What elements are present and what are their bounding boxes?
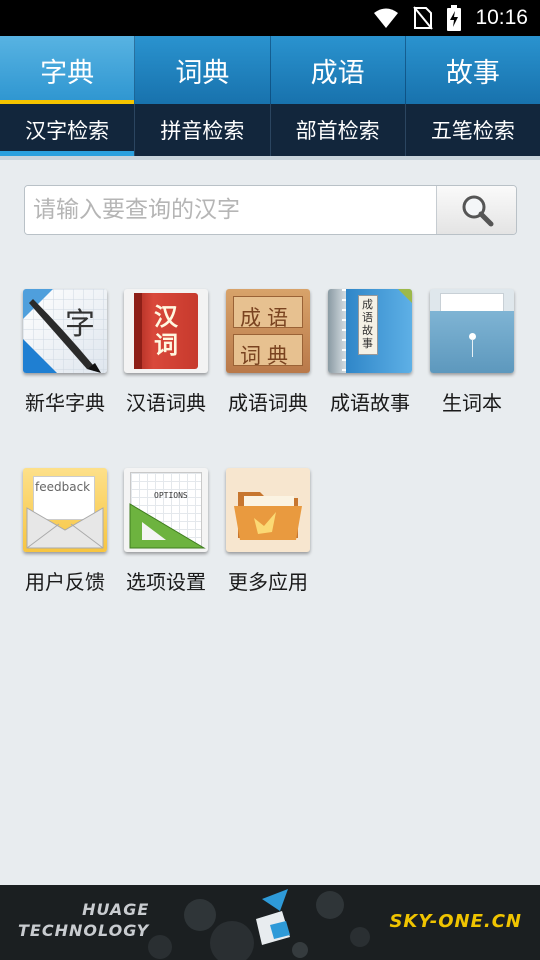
app-options[interactable]: OPTIONS 选项设置 xyxy=(115,468,217,595)
subtab-wubi-search[interactable]: 五笔检索 xyxy=(406,104,540,156)
options-settings-icon: OPTIONS xyxy=(124,468,208,552)
app-label: 新华字典 xyxy=(25,391,105,415)
app-idiom-story[interactable]: 成语故事 成语故事 xyxy=(319,289,421,416)
app-label: 汉语词典 xyxy=(126,391,206,415)
tab-label: 字典 xyxy=(40,57,95,89)
more-apps-folder-icon xyxy=(226,468,310,552)
app-more-apps[interactable]: 更多应用 xyxy=(217,468,319,595)
app-label: 生词本 xyxy=(442,391,502,415)
feedback-envelope-icon: feedback xyxy=(23,468,107,552)
tab-chengyu[interactable]: 成语 xyxy=(271,36,406,104)
subtab-pinyin-search[interactable]: 拼音检索 xyxy=(135,104,271,156)
xinhua-dictionary-icon: 字 xyxy=(23,289,107,373)
app-label: 更多应用 xyxy=(228,570,308,594)
app-chinese-dictionary[interactable]: 汉词 汉语词典 xyxy=(115,289,217,416)
search-icon xyxy=(462,195,493,227)
subtab-label: 五笔检索 xyxy=(430,119,515,143)
site-link[interactable]: SKY-ONE.CN xyxy=(389,911,522,932)
book-spine xyxy=(134,293,142,369)
corner-ribbon xyxy=(398,289,412,303)
tab-label: 成语 xyxy=(310,57,365,89)
sub-tab-bar: 汉字检索 拼音检索 部首检索 五笔检索 xyxy=(0,104,540,156)
subtab-label: 部首检索 xyxy=(295,119,380,143)
folder-string xyxy=(472,339,473,357)
subtab-label: 汉字检索 xyxy=(25,119,110,143)
book-binding xyxy=(342,289,346,373)
search-input[interactable] xyxy=(25,186,436,234)
app-vocabulary-book[interactable]: 生词本 xyxy=(421,289,523,416)
app-feedback[interactable]: feedback 用户反馈 xyxy=(14,468,116,595)
battery-charging-icon xyxy=(447,5,462,31)
clock: 10:16 xyxy=(475,6,528,29)
app-idiom-dictionary[interactable]: 成语词典 成语词典 xyxy=(217,289,319,416)
app-label: 选项设置 xyxy=(126,570,206,594)
idiom-story-icon: 成语故事 xyxy=(328,289,412,373)
tab-zidian[interactable]: 字典 xyxy=(0,36,136,104)
subtab-label: 拼音检索 xyxy=(160,119,245,143)
app-xinhua-dictionary[interactable]: 字 新华字典 xyxy=(14,289,116,416)
no-sim-icon xyxy=(413,6,434,30)
chinese-dictionary-icon: 汉词 xyxy=(124,289,208,373)
app-label: 成语故事 xyxy=(330,391,410,415)
icon-char: 字 xyxy=(65,307,95,342)
vocabulary-folder-icon xyxy=(430,289,514,373)
divider xyxy=(0,156,540,160)
brand-text: HUAGE TECHNOLOGY xyxy=(18,899,149,941)
main-tab-bar: 字典 词典 成语 故事 xyxy=(0,36,540,104)
footer-banner[interactable]: HUAGE TECHNOLOGY SKY-ONE.CN xyxy=(0,885,540,960)
icon-char: 成语故事 xyxy=(362,298,373,350)
tab-cidian[interactable]: 词典 xyxy=(135,36,271,104)
icon-char: 汉词 xyxy=(154,302,178,359)
idiom-dictionary-icon: 成语词典 xyxy=(226,289,310,373)
tab-label: 词典 xyxy=(175,57,230,89)
status-bar: 10:16 xyxy=(0,0,540,36)
tab-label: 故事 xyxy=(445,57,500,89)
app-label: 用户反馈 xyxy=(25,570,105,594)
brand-line2: TECHNOLOGY xyxy=(18,921,150,940)
search-bar xyxy=(24,185,517,235)
tab-gushi[interactable]: 故事 xyxy=(406,36,540,104)
brand-line1: HUAGE xyxy=(82,900,150,919)
icon-char: 成语词典 xyxy=(240,306,294,368)
subtab-hanzi-search[interactable]: 汉字检索 xyxy=(0,104,136,156)
app-label: 成语词典 xyxy=(228,391,308,415)
search-button[interactable] xyxy=(436,186,516,234)
subtab-radical-search[interactable]: 部首检索 xyxy=(271,104,406,156)
wifi-icon xyxy=(374,8,399,28)
